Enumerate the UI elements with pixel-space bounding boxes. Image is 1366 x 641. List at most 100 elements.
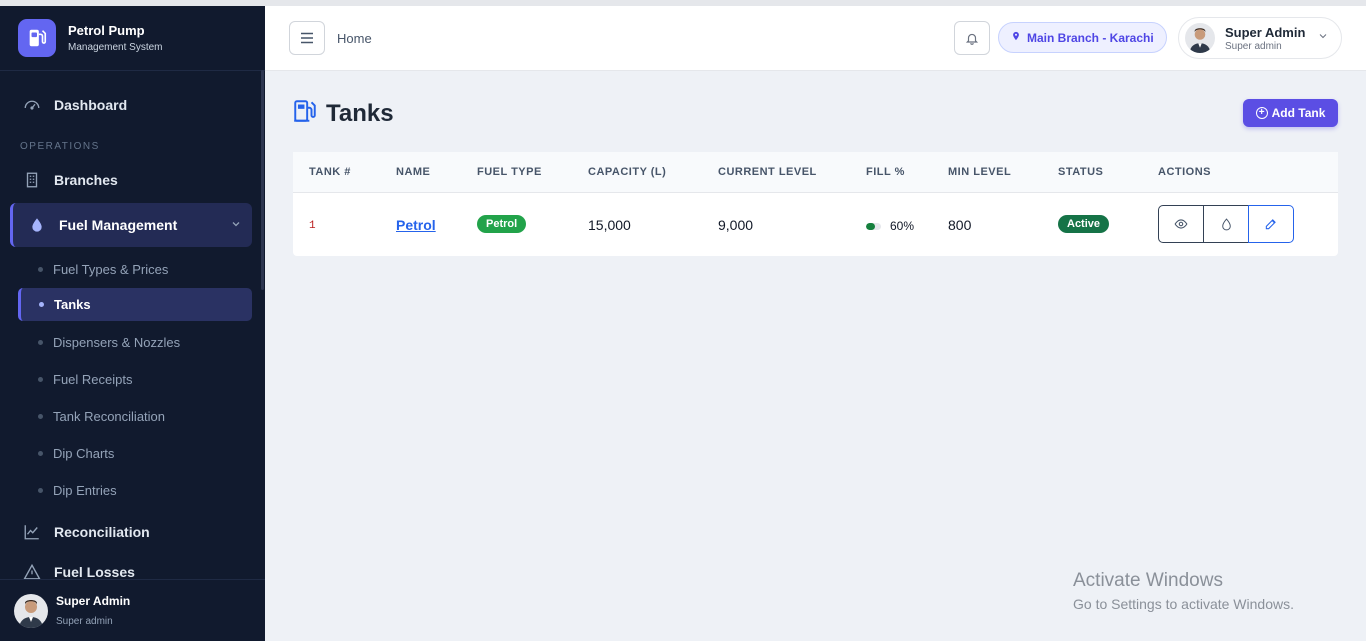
column-header: ACTIONS: [1158, 166, 1211, 178]
bullet-icon: [38, 377, 43, 382]
sidebar-subitem-dip-entries[interactable]: Dip Entries: [0, 472, 265, 509]
tank-number: 1: [309, 220, 316, 232]
view-button[interactable]: [1158, 205, 1204, 243]
sidebar-subitem-label: Tanks: [54, 297, 91, 312]
pencil-icon: [1265, 219, 1276, 230]
sidebar-item-label: Fuel Management: [59, 217, 178, 233]
page-heading: Tanks: [326, 99, 394, 127]
user-role: Super admin: [1225, 40, 1282, 52]
column-header: NAME: [396, 166, 431, 178]
brand-subtitle: Management System: [68, 42, 163, 53]
row-actions: [1158, 205, 1294, 243]
add-tank-button[interactable]: + Add Tank: [1243, 99, 1338, 127]
hamburger-icon: [301, 32, 313, 44]
fill-progress-bar: [866, 222, 881, 230]
status-badge: Active: [1058, 215, 1110, 233]
brand-title: Petrol Pump: [68, 23, 145, 38]
sidebar-subitem-label: Fuel Types & Prices: [53, 262, 169, 277]
plus-circle-icon: +: [1255, 107, 1268, 119]
bell-icon: [965, 33, 979, 45]
sidebar: Petrol Pump Management System Dashboard …: [0, 6, 265, 641]
sidebar-item-label: Branches: [54, 172, 118, 188]
sidebar-subitem-label: Dip Charts: [53, 446, 115, 461]
sidebar-item-dashboard[interactable]: Dashboard: [0, 85, 265, 125]
column-header: STATUS: [1058, 166, 1104, 178]
table-header: TANK # NAME FUEL TYPE CAPACITY (L) CURRE…: [293, 152, 1338, 193]
fuel-pump-icon: [292, 98, 318, 129]
capacity-value: 15,000: [588, 217, 631, 233]
footer-user-role: Super admin: [56, 616, 113, 627]
sidebar-item-fuel-management[interactable]: Fuel Management: [10, 203, 252, 247]
footer-user-name: Super Admin: [56, 594, 131, 608]
sidebar-item-reconciliation[interactable]: Reconciliation: [0, 512, 265, 552]
sidebar-nav: Dashboard OPERATIONS Branches Fuel Manag…: [0, 71, 265, 592]
column-header: MIN LEVEL: [948, 166, 1012, 178]
brand: Petrol Pump Management System: [0, 6, 265, 71]
bullet-icon: [38, 340, 43, 345]
watermark-title: Activate Windows: [1073, 570, 1223, 591]
table-row: 1 Petrol Petrol 15,000 9,000 60% 800 Act…: [293, 193, 1338, 256]
current-level-value: 9,000: [718, 217, 754, 233]
fuel-type-badge: Petrol: [477, 215, 527, 233]
sidebar-subitem-label: Dip Entries: [53, 483, 117, 498]
fuel-management-submenu: Fuel Types & Prices Tanks Dispensers & N…: [0, 247, 265, 509]
line-chart-icon: [22, 522, 42, 542]
menu-toggle-button[interactable]: [289, 21, 325, 55]
chevron-down-icon: [1317, 29, 1329, 47]
notifications-button[interactable]: [954, 21, 990, 55]
sidebar-subitem-tank-reconciliation[interactable]: Tank Reconciliation: [0, 398, 265, 435]
sidebar-subitem-fuel-receipts[interactable]: Fuel Receipts: [0, 361, 265, 398]
fill-percent: 60%: [866, 219, 914, 233]
tank-name-link[interactable]: Petrol: [396, 217, 436, 233]
speedometer-icon: [22, 95, 42, 115]
tanks-table: TANK # NAME FUEL TYPE CAPACITY (L) CURRE…: [293, 152, 1338, 256]
branch-selector[interactable]: Main Branch - Karachi: [998, 22, 1167, 53]
sidebar-subitem-fuel-types[interactable]: Fuel Types & Prices: [0, 251, 265, 288]
column-header: FUEL TYPE: [477, 166, 542, 178]
building-icon: [22, 170, 42, 190]
avatar: [1185, 23, 1215, 53]
map-pin-icon: [1011, 30, 1021, 45]
section-label-operations: OPERATIONS: [20, 141, 100, 152]
sidebar-subitem-label: Dispensers & Nozzles: [53, 335, 181, 350]
sidebar-subitem-label: Fuel Receipts: [53, 372, 133, 387]
dip-entry-button[interactable]: [1203, 205, 1249, 243]
sidebar-user[interactable]: Super Admin Super admin: [0, 579, 265, 641]
column-header: CAPACITY (L): [588, 166, 667, 178]
column-header: CURRENT LEVEL: [718, 166, 817, 178]
sidebar-subitem-tanks[interactable]: Tanks: [18, 288, 252, 321]
sidebar-subitem-dip-charts[interactable]: Dip Charts: [0, 435, 265, 472]
sidebar-subitem-dispensers[interactable]: Dispensers & Nozzles: [0, 324, 265, 361]
chevron-down-icon: [230, 217, 242, 233]
edit-button[interactable]: [1248, 205, 1294, 243]
min-level-value: 800: [948, 217, 972, 233]
bullet-icon: [38, 267, 43, 272]
fill-percent-label: 60%: [890, 219, 915, 233]
page-title: Tanks: [292, 98, 394, 129]
bullet-icon: [38, 488, 43, 493]
breadcrumb[interactable]: Home: [337, 31, 372, 46]
droplet-icon: [27, 215, 47, 235]
eye-icon: [1174, 219, 1188, 229]
top-header: Home Main Branch - Karachi Super Admin S…: [265, 6, 1366, 71]
sidebar-item-branches[interactable]: Branches: [0, 160, 265, 200]
add-tank-label: Add Tank: [1271, 106, 1326, 120]
sidebar-item-label: Reconciliation: [54, 524, 150, 540]
sidebar-item-label: Fuel Losses: [54, 564, 135, 580]
column-header: TANK #: [309, 166, 351, 178]
watermark-subtitle: Go to Settings to activate Windows.: [1073, 596, 1294, 612]
branch-name: Main Branch - Karachi: [1027, 30, 1154, 45]
sidebar-subitem-label: Tank Reconciliation: [53, 409, 166, 424]
sidebar-scrollbar[interactable]: [261, 70, 264, 290]
sidebar-item-label: Dashboard: [54, 97, 128, 113]
avatar: [14, 593, 48, 628]
column-header: FILL %: [866, 166, 905, 178]
fill-progress-value: [866, 222, 875, 230]
user-menu[interactable]: Super Admin Super admin: [1178, 17, 1342, 59]
bullet-icon: [38, 414, 43, 419]
fuel-pump-logo-icon: [18, 19, 56, 57]
bullet-icon: [38, 451, 43, 456]
droplet-icon: [1221, 217, 1231, 230]
user-name: Super Admin: [1225, 24, 1306, 40]
windows-activation-watermark: Activate Windows Go to Settings to activ…: [1073, 570, 1294, 612]
